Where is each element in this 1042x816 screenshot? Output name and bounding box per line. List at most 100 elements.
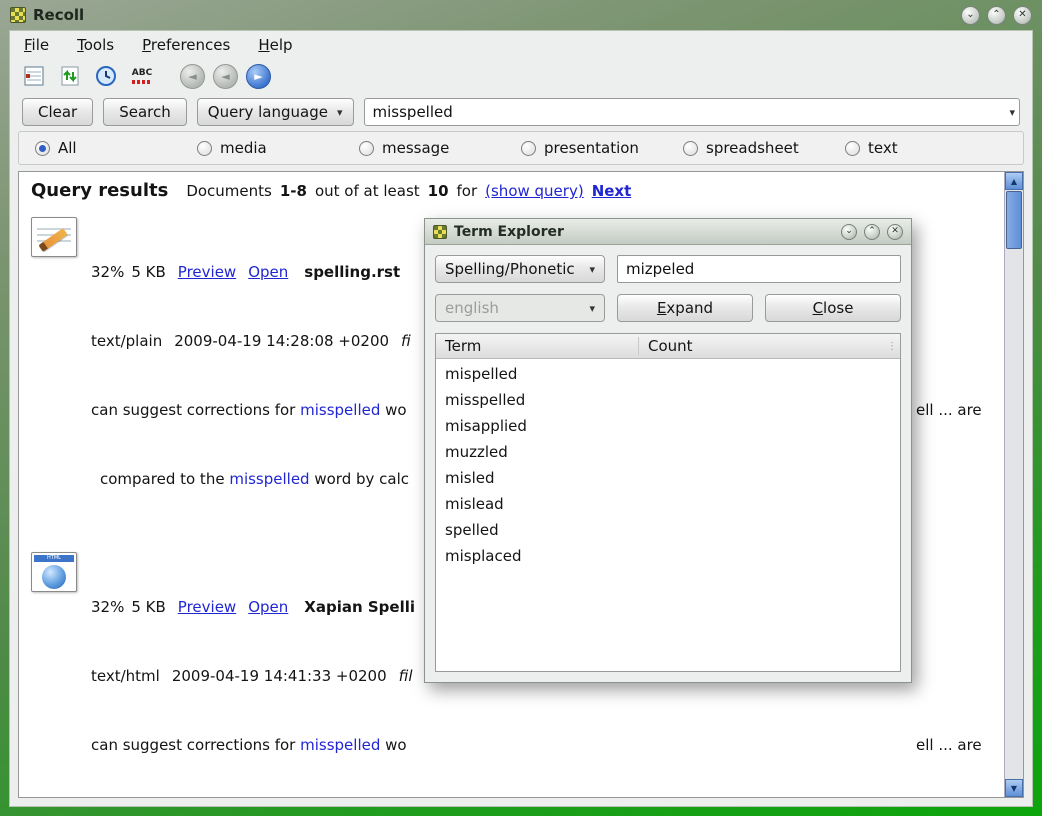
scrollbar-thumb[interactable] (1006, 191, 1022, 249)
vertical-scrollbar[interactable]: ▲ ▼ (1004, 172, 1023, 797)
recoll-window: Recoll ⌄ ⌃ ✕ File Tools Preferences Help… (0, 0, 1042, 816)
menu-help[interactable]: Help (258, 36, 292, 54)
sort-arrows-icon[interactable] (56, 62, 84, 90)
count-column-header[interactable]: Count (639, 337, 884, 355)
term-column-header[interactable]: Term (436, 337, 639, 355)
file-size: 5 KB (131, 598, 165, 616)
term-table: Term Count ⋮ mispelled misspelled misapp… (435, 333, 901, 672)
previous-page-button[interactable]: ◄ (213, 64, 238, 89)
dialog-row: english ▾ Expand Close (435, 294, 901, 322)
filter-presentation[interactable]: presentation (521, 139, 683, 157)
app-area: File Tools Preferences Help ABC ◄ ◄ ► (9, 30, 1033, 807)
radio-icon (683, 141, 698, 156)
term-table-body: mispelled misspelled misapplied muzzled … (436, 359, 900, 671)
snippet-fragment: ell ... are (916, 399, 982, 422)
radio-icon (359, 141, 374, 156)
filter-label: media (220, 139, 267, 157)
filter-spreadsheet[interactable]: spreadsheet (683, 139, 845, 157)
show-query-link[interactable]: (show query) (485, 182, 584, 200)
close-button[interactable]: Close (765, 294, 901, 322)
preview-link[interactable]: Preview (178, 263, 236, 281)
results-header: Query resultsDocuments1-8out of at least… (31, 180, 1004, 201)
filter-message[interactable]: message (359, 139, 521, 157)
chevron-down-icon: ▾ (589, 302, 595, 315)
term-row[interactable]: muzzled (436, 439, 900, 465)
chevron-down-icon: ▾ (337, 106, 343, 119)
highlighted-term: misspelled (300, 401, 380, 419)
dialog-maximize-button[interactable]: ⌃ (864, 224, 880, 240)
document-title: Xapian Spelli (304, 598, 415, 616)
query-language-select[interactable]: Query language ▾ (197, 98, 354, 126)
term-input[interactable] (617, 255, 901, 283)
scroll-up-button[interactable]: ▲ (1005, 172, 1023, 190)
dialog-body: Spelling/Phonetic ▾ english ▾ Expand Clo… (425, 245, 911, 682)
result-snippet: can suggest corrections for misspelled w… (91, 734, 1004, 757)
clear-button[interactable]: Clear (22, 98, 93, 126)
term-row[interactable]: misplaced (436, 543, 900, 569)
expand-button[interactable]: Expand (617, 294, 753, 322)
search-bar: Clear Search Query language ▾ ▾ (10, 93, 1032, 131)
window-titlebar[interactable]: Recoll ⌄ ⌃ ✕ (0, 0, 1042, 30)
menu-tools[interactable]: Tools (77, 36, 114, 54)
term-row[interactable]: misled (436, 465, 900, 491)
file-size: 5 KB (131, 263, 165, 281)
history-clock-icon[interactable] (92, 62, 120, 90)
next-page-button[interactable]: ► (246, 64, 271, 89)
term-row[interactable]: spelled (436, 517, 900, 543)
menu-preferences[interactable]: Preferences (142, 36, 230, 54)
text-file-icon (31, 217, 77, 257)
dialog-titlebar[interactable]: Term Explorer ⌄ ⌃ ✕ (425, 219, 911, 245)
filter-label: text (868, 139, 898, 157)
radio-icon (521, 141, 536, 156)
close-button[interactable]: ✕ (1013, 6, 1032, 25)
relevance-percent: 32% (91, 263, 124, 281)
term-explorer-dialog[interactable]: Term Explorer ⌄ ⌃ ✕ Spelling/Phonetic ▾ (424, 218, 912, 683)
search-input[interactable] (365, 103, 1010, 121)
dialog-title: Term Explorer (454, 224, 564, 240)
doc-path: fil (399, 667, 413, 685)
query-language-label: Query language (208, 103, 328, 121)
scrollbar-track[interactable] (1005, 250, 1023, 779)
dialog-minimize-button[interactable]: ⌄ (841, 224, 857, 240)
results-title: Query results (31, 180, 168, 201)
dialog-close-button[interactable]: ✕ (887, 224, 903, 240)
relevance-percent: 32% (91, 598, 124, 616)
filter-label: presentation (544, 139, 639, 157)
scroll-down-button[interactable]: ▼ (1005, 779, 1023, 797)
expansion-mode-select[interactable]: Spelling/Phonetic ▾ (435, 255, 605, 283)
dialog-row: Spelling/Phonetic ▾ (435, 255, 901, 283)
term-row[interactable]: misspelled (436, 387, 900, 413)
minimize-button[interactable]: ⌄ (961, 6, 980, 25)
filter-media[interactable]: media (197, 139, 359, 157)
search-button[interactable]: Search (103, 98, 187, 126)
spellcheck-label: ABC (132, 69, 152, 78)
menu-file[interactable]: File (24, 36, 49, 54)
window-title: Recoll (33, 6, 84, 24)
term-row[interactable]: mislead (436, 491, 900, 517)
term-row[interactable]: mispelled (436, 361, 900, 387)
radio-icon (845, 141, 860, 156)
language-select[interactable]: english ▾ (435, 294, 605, 322)
open-link[interactable]: Open (248, 598, 288, 616)
highlighted-term: misspelled (229, 470, 309, 488)
next-page-link[interactable]: Next (592, 182, 632, 200)
first-page-button[interactable]: ◄ (180, 64, 205, 89)
spellcheck-icon[interactable]: ABC (128, 62, 156, 90)
doc-date: 2009-04-19 14:28:08 +0200 (174, 332, 389, 350)
document-table-icon[interactable] (20, 62, 48, 90)
filter-label: spreadsheet (706, 139, 799, 157)
snippet-fragment: ell ... are (916, 734, 982, 757)
search-query-combobox[interactable]: ▾ (364, 98, 1020, 126)
term-table-header: Term Count ⋮ (436, 334, 900, 359)
term-row[interactable]: misapplied (436, 413, 900, 439)
filter-text[interactable]: text (845, 139, 1007, 157)
spellcheck-squiggle-icon (132, 80, 152, 84)
preview-link[interactable]: Preview (178, 598, 236, 616)
toolbar: ABC ◄ ◄ ► (10, 59, 1032, 93)
maximize-button[interactable]: ⌃ (987, 6, 1006, 25)
mime-type: text/html (91, 667, 160, 685)
chevron-down-icon[interactable]: ▾ (1009, 106, 1015, 119)
mime-type: text/plain (91, 332, 162, 350)
open-link[interactable]: Open (248, 263, 288, 281)
filter-all[interactable]: All (35, 139, 197, 157)
